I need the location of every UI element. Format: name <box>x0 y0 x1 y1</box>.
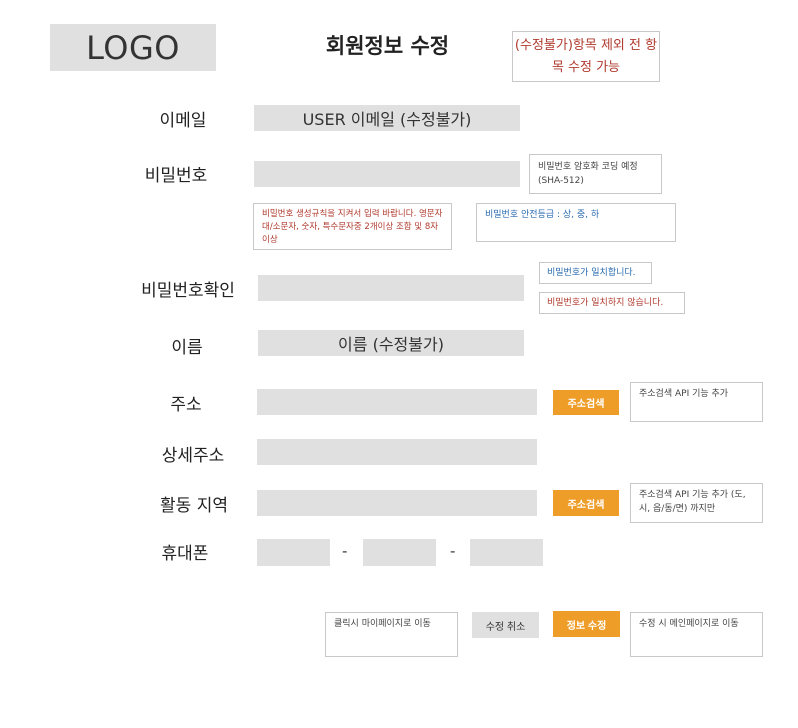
name-label: 이름 <box>171 338 203 358</box>
phone-label: 휴대폰 <box>161 544 209 564</box>
region-label: 활동 지역 <box>160 496 228 516</box>
cancel-note: 클릭시 마이페이지로 이동 <box>325 612 458 657</box>
address-input[interactable] <box>257 389 537 415</box>
email-field: USER 이메일 (수정불가) <box>254 105 520 131</box>
phone-input-1[interactable] <box>257 539 330 566</box>
region-search-button[interactable]: 주소검색 <box>553 490 619 516</box>
logo: LOGO <box>50 24 216 71</box>
address-api-note: 주소검색 API 기능 추가 <box>630 382 763 422</box>
address-label: 주소 <box>170 395 202 415</box>
address-detail-input[interactable] <box>257 439 537 465</box>
phone-separator: - <box>450 542 456 560</box>
phone-input-3[interactable] <box>470 539 543 566</box>
password-label: 비밀번호 <box>144 166 208 186</box>
password-match-note: 비밀번호가 일치합니다. <box>539 262 652 284</box>
password-input[interactable] <box>254 161 520 187</box>
address-detail-label: 상세주소 <box>161 446 225 466</box>
submit-note: 수정 시 메인페이지로 이동 <box>630 612 763 657</box>
region-api-note: 주소검색 API 기능 추가 (도, 시, 읍/동/면) 까지만 <box>630 483 763 523</box>
password-mismatch-note: 비밀번호가 일치하지 않습니다. <box>539 292 685 314</box>
password-confirm-input[interactable] <box>258 275 524 301</box>
name-field: 이름 (수정불가) <box>258 330 524 356</box>
page-title: 회원정보 수정 <box>325 34 450 58</box>
region-input[interactable] <box>257 490 537 516</box>
password-strength-note: 비밀번호 안전등급 : 상, 중, 하 <box>476 203 676 242</box>
phone-separator: - <box>342 542 348 560</box>
email-label: 이메일 <box>159 111 207 131</box>
address-search-button[interactable]: 주소검색 <box>553 390 619 415</box>
phone-input-2[interactable] <box>363 539 436 566</box>
password-confirm-label: 비밀번호확인 <box>141 281 235 301</box>
password-hash-note: 비밀번호 암호화 코딩 예정 (SHA-512) <box>529 154 662 194</box>
submit-button[interactable]: 정보 수정 <box>553 611 620 637</box>
password-rules-note: 비밀번호 생성규칙을 지켜서 입력 바랍니다. 영문자 대/소문자, 숫자, 특… <box>253 203 452 250</box>
edit-policy-note: (수정불가)항목 제외 전 항목 수정 가능 <box>512 31 660 82</box>
cancel-button[interactable]: 수정 취소 <box>472 612 539 638</box>
